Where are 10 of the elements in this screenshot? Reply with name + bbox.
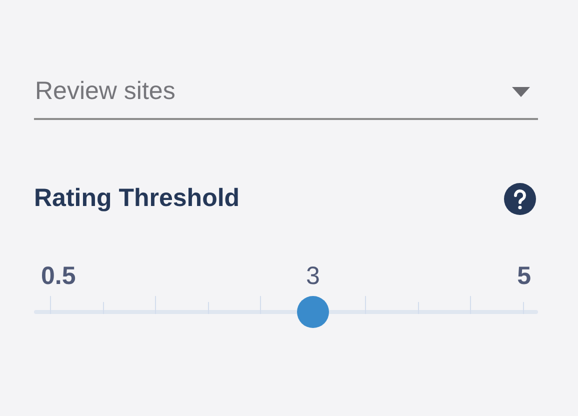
slider-thumb[interactable]: [296, 296, 329, 328]
help-icon[interactable]: [504, 182, 536, 215]
caret-icon: [512, 87, 530, 97]
dropdown-placeholder: Review sites: [35, 76, 176, 108]
min-label: 0.5: [41, 260, 76, 292]
max-label: 5: [517, 260, 531, 292]
value-label: 3: [306, 260, 320, 292]
review-sites-dropdown[interactable]: Review sites: [34, 66, 538, 120]
section-title: Rating Threshold: [34, 183, 240, 214]
slider[interactable]: [34, 296, 538, 328]
